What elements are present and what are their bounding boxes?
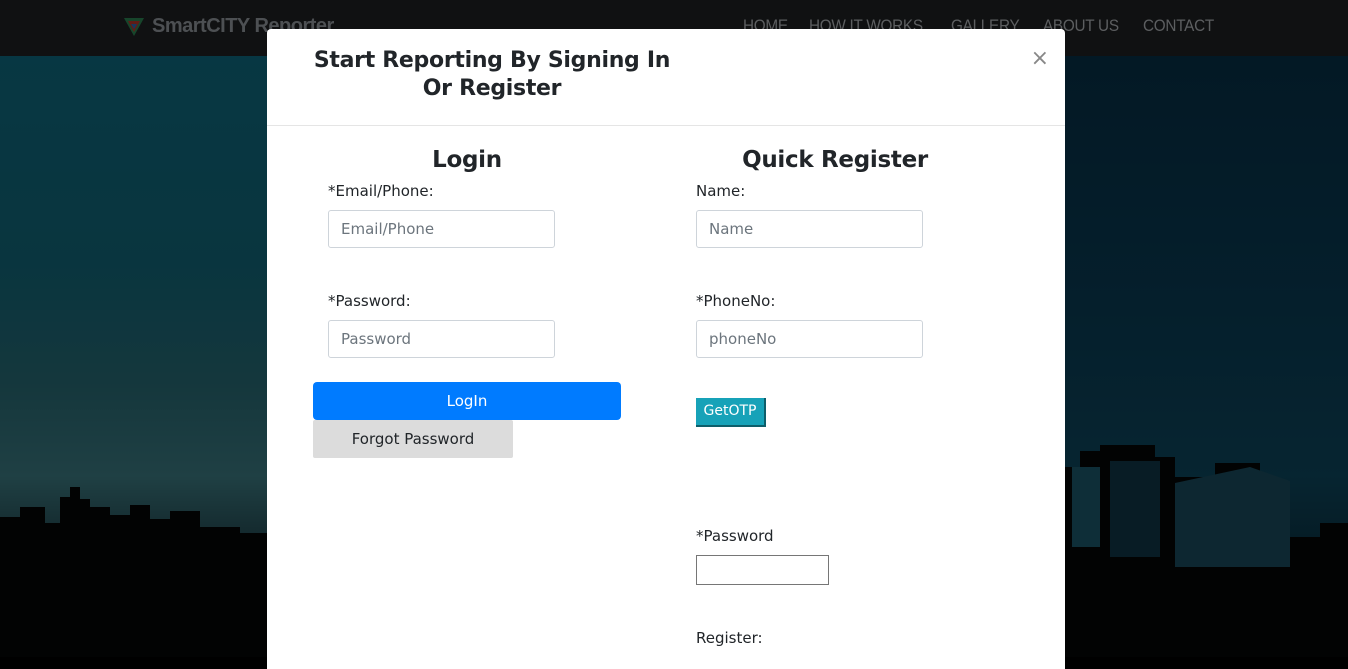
email-input[interactable] [328, 210, 555, 248]
password-input[interactable] [328, 320, 555, 358]
phone-label: *PhoneNo: [696, 292, 776, 310]
register-label: Register: [696, 629, 763, 647]
get-otp-button[interactable]: GetOTP [696, 398, 766, 427]
register-password-input[interactable] [696, 555, 829, 585]
phone-input[interactable] [696, 320, 923, 358]
register-password-label: *Password [696, 527, 774, 545]
login-heading: Login [432, 147, 502, 173]
name-label: Name: [696, 182, 746, 200]
password-label: *Password: [328, 292, 411, 310]
signin-register-modal: Start Reporting By Signing In Or Registe… [267, 29, 1065, 669]
name-input[interactable] [696, 210, 923, 248]
email-label: *Email/Phone: [328, 182, 434, 200]
forgot-password-button[interactable]: Forgot Password [313, 420, 513, 458]
modal-header: Start Reporting By Signing In Or Registe… [267, 29, 1065, 126]
modal-title: Start Reporting By Signing In Or Registe… [313, 48, 671, 101]
register-heading: Quick Register [742, 147, 928, 173]
close-button[interactable]: × [1031, 47, 1049, 71]
login-button[interactable]: LogIn [313, 382, 621, 420]
